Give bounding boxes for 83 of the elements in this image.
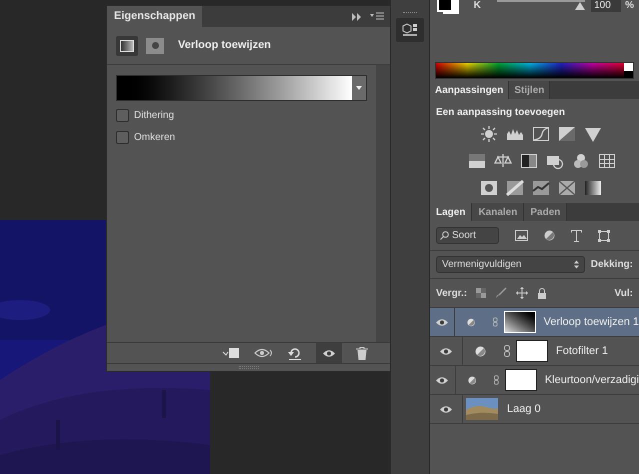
- value-field[interactable]: 100: [591, 0, 622, 12]
- move-icon[interactable]: [516, 287, 528, 299]
- grid-icon[interactable]: [598, 152, 616, 170]
- eye-icon: [322, 348, 336, 358]
- spectrum-end-swatch[interactable]: [624, 63, 633, 78]
- threshold-icon[interactable]: [532, 179, 550, 197]
- visibility-toggle[interactable]: [316, 343, 342, 363]
- layer-row[interactable]: Kleurtoon/verzadigi: [430, 366, 639, 395]
- mask-thumbnail: [516, 340, 548, 362]
- adjustment-filter-icon[interactable]: [544, 230, 555, 241]
- 3d-panel-icon[interactable]: [396, 18, 424, 42]
- eye-icon: [435, 376, 450, 384]
- reset-icon[interactable]: [288, 346, 302, 360]
- image-filter-icon[interactable]: [515, 230, 528, 241]
- mask-icon[interactable]: [146, 38, 164, 54]
- vibrance-icon[interactable]: [468, 152, 486, 170]
- section-heading: Een aanpassing toevoegen: [436, 106, 566, 120]
- invert-icon[interactable]: [480, 179, 498, 197]
- eye-arrow-icon[interactable]: [254, 347, 274, 359]
- unit-label: %: [625, 0, 634, 12]
- blend-mode-select[interactable]: Vermenigvuldigen: [436, 256, 585, 273]
- panel-tab[interactable]: Stijlen: [509, 81, 550, 99]
- adjustment-icon: [475, 346, 486, 356]
- checker-icon[interactable]: [476, 288, 486, 298]
- layer-name: Verloop toewijzen 1: [544, 314, 639, 330]
- panel-tab[interactable]: Eigenschappen: [107, 6, 202, 27]
- selective-color-icon[interactable]: [558, 179, 576, 197]
- eye-icon: [439, 404, 453, 414]
- filter-dropdown[interactable]: Soort: [436, 227, 499, 244]
- mask-thumbnail: [504, 369, 537, 391]
- checkbox[interactable]: [116, 130, 129, 144]
- fill-label: Vul:: [614, 286, 633, 300]
- resize-grip[interactable]: [238, 366, 258, 369]
- stepper-icon: [574, 260, 579, 269]
- adjustment-icon: [468, 374, 476, 386]
- color-swatches[interactable]: [435, 0, 458, 14]
- gradient-thumbnail: [504, 311, 536, 333]
- link-icon[interactable]: [504, 345, 510, 357]
- curves-icon[interactable]: [532, 125, 550, 143]
- triangle-icon[interactable]: [584, 125, 602, 143]
- caret-icon: [356, 86, 362, 90]
- eye-icon: [439, 346, 453, 356]
- desaturate-icon[interactable]: [520, 152, 538, 170]
- opacity-label: Dekking:: [590, 258, 633, 272]
- exposure-icon[interactable]: [558, 125, 576, 143]
- brightness-icon[interactable]: [480, 125, 498, 143]
- brush-icon[interactable]: [495, 287, 508, 299]
- gradient-icon[interactable]: [584, 179, 602, 197]
- layer-name: Kleurtoon/verzadigi: [544, 372, 639, 388]
- gradient-map-icon[interactable]: [116, 36, 138, 56]
- shape-filter-icon[interactable]: [598, 230, 610, 242]
- adjustment-icon: [466, 316, 476, 328]
- link-icon[interactable]: [494, 374, 499, 386]
- balance-scale-icon[interactable]: [494, 152, 512, 170]
- layer-row[interactable]: Laag 0: [430, 395, 639, 424]
- panel-tab[interactable]: Lagen: [430, 203, 472, 221]
- type-filter-icon[interactable]: [571, 230, 582, 242]
- lock-label: Vergr.:: [436, 286, 468, 300]
- posterize-icon[interactable]: [506, 179, 524, 197]
- option-label: Omkeren: [134, 130, 176, 144]
- collapse-icon[interactable]: [352, 12, 362, 20]
- panel-tab[interactable]: Kanalen: [472, 203, 524, 221]
- clip-layer-icon[interactable]: [222, 347, 240, 359]
- circles-icon[interactable]: [572, 152, 590, 170]
- lock-icon[interactable]: [537, 287, 548, 299]
- layer-name: Laag 0: [507, 402, 541, 417]
- option-label: Dithering: [134, 108, 174, 122]
- menu-icon[interactable]: [370, 12, 384, 21]
- search-icon: [440, 231, 449, 240]
- channel-label: K: [474, 0, 481, 12]
- layer-row[interactable]: Fotofilter 1: [430, 337, 639, 366]
- layer-row[interactable]: Verloop toewijzen 1: [430, 308, 639, 337]
- checkbox[interactable]: [116, 108, 129, 122]
- panel-tab[interactable]: Aanpassingen: [430, 81, 510, 99]
- color-spectrum[interactable]: [436, 63, 624, 78]
- link-icon[interactable]: [493, 316, 498, 328]
- panel-tab[interactable]: Paden: [524, 203, 568, 221]
- gradient-picker[interactable]: [116, 75, 367, 101]
- eye-icon: [434, 318, 449, 326]
- channel-slider[interactable]: [496, 0, 586, 10]
- trash-icon[interactable]: [356, 346, 368, 360]
- panel-title: Verloop toewijzen: [178, 38, 271, 54]
- layer-name: Fotofilter 1: [556, 344, 608, 359]
